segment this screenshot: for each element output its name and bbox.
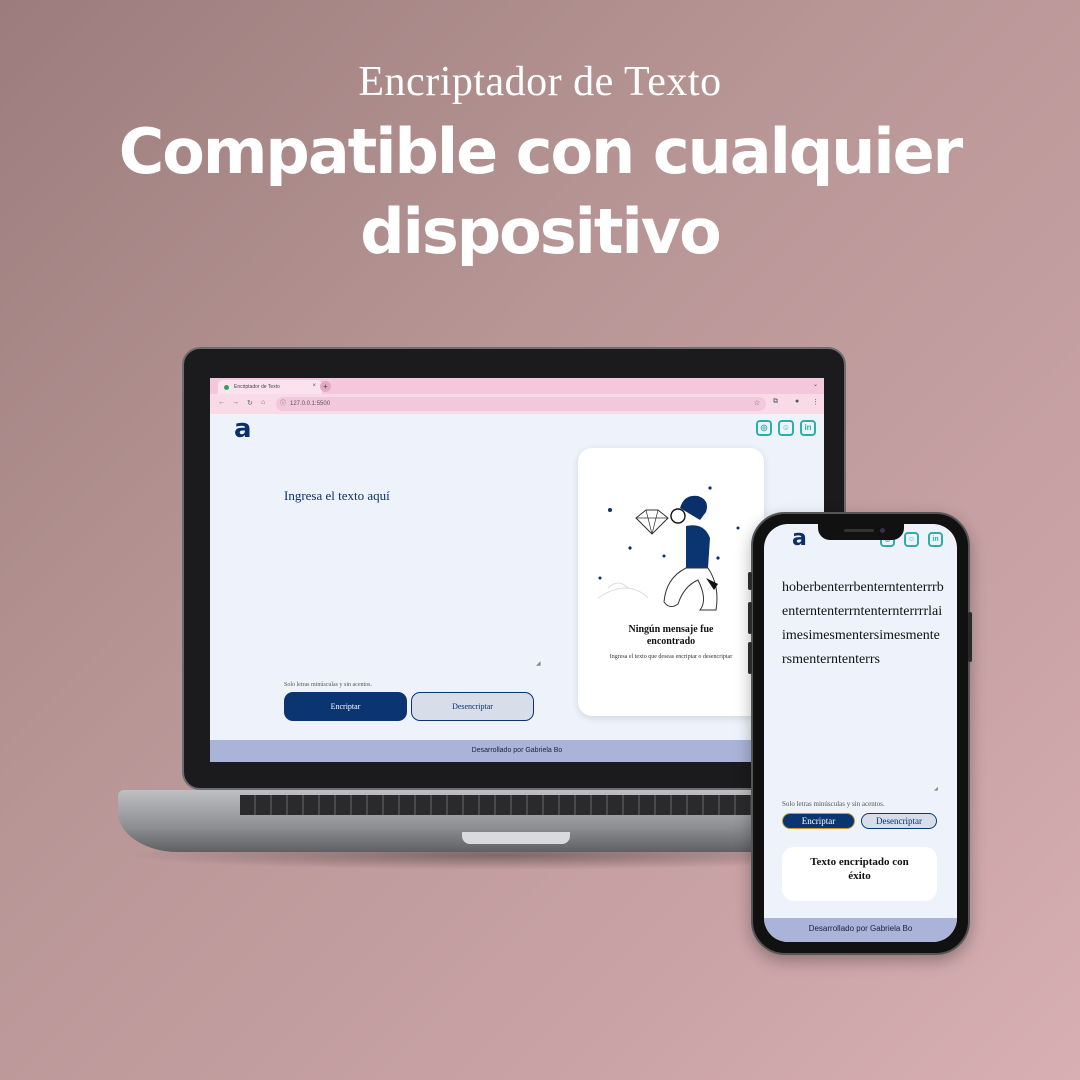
decrypt-button[interactable]: Desencriptar bbox=[861, 813, 937, 829]
menu-kebab-icon[interactable]: ⋮ bbox=[812, 398, 819, 406]
input-hint: Solo letras minúsculas y sin acentos. bbox=[782, 800, 885, 808]
browser-toolbar: ← → ↻ ⌂ ⓘ 127.0.0.1:5500 ☆ ⧉ ● ⋮ bbox=[210, 394, 824, 414]
phone-camera bbox=[880, 528, 885, 533]
app-logo: a bbox=[234, 414, 252, 444]
instagram-icon[interactable]: ◎ bbox=[756, 420, 772, 436]
new-tab-button[interactable]: + bbox=[320, 381, 331, 392]
home-icon[interactable]: ⌂ bbox=[261, 399, 265, 406]
laptop-notch bbox=[462, 832, 570, 844]
address-bar[interactable]: ⓘ 127.0.0.1:5500 ☆ bbox=[276, 397, 766, 411]
phone-volume-down bbox=[748, 642, 752, 674]
encrypt-button[interactable]: Encriptar bbox=[284, 692, 407, 721]
empty-state-illustration bbox=[597, 486, 740, 611]
phone-speaker bbox=[844, 529, 874, 532]
tab-title: Encriptador de Texto bbox=[234, 384, 280, 390]
url-text: 127.0.0.1:5500 bbox=[290, 401, 331, 407]
close-tab-icon[interactable]: × bbox=[312, 383, 316, 389]
bookmark-star-icon[interactable]: ☆ bbox=[754, 397, 760, 411]
extensions-icon[interactable]: ⧉ bbox=[773, 398, 778, 406]
output-card: Ningún mensaje fue encontrado Ingresa el… bbox=[578, 448, 764, 716]
page-title: Compatible con cualquier dispositivo bbox=[118, 115, 964, 268]
phone-volume-up bbox=[748, 602, 752, 634]
output-card: Texto encriptado con éxito bbox=[782, 847, 937, 901]
footer: Desarrollado por Gabriela Bo bbox=[210, 740, 824, 762]
text-input-placeholder[interactable]: Ingresa el texto aquí bbox=[284, 488, 390, 504]
card-subtitle: Ingresa el texto que deseas encriptar o … bbox=[609, 654, 733, 660]
back-icon[interactable]: ← bbox=[218, 399, 225, 406]
profile-avatar-icon[interactable]: ● bbox=[795, 398, 799, 405]
phone-notch bbox=[818, 524, 904, 540]
page-subtitle: Encriptador de Texto bbox=[358, 59, 722, 105]
text-input[interactable]: hoberbenterrbenterntenterrrbenterntenter… bbox=[782, 576, 944, 672]
phone-mute-switch bbox=[748, 572, 752, 590]
phone-screen: a ◎ ☺ in hoberbenterrbenterntenterrrbent… bbox=[764, 524, 957, 942]
input-hint: Solo letras minúsculas y sin acentos. bbox=[284, 682, 372, 688]
textarea-resize-icon[interactable]: ◢ bbox=[536, 660, 541, 667]
phone-power-button bbox=[968, 612, 972, 662]
linkedin-icon[interactable]: in bbox=[928, 532, 943, 547]
card-title: Texto encriptado con éxito bbox=[810, 856, 909, 882]
browser-tab-strip: Encriptador de Texto × + ⌄ bbox=[210, 378, 824, 394]
forward-icon[interactable]: → bbox=[232, 399, 239, 406]
browser-tab[interactable]: Encriptador de Texto × bbox=[218, 380, 322, 394]
reload-icon[interactable]: ↻ bbox=[247, 399, 253, 407]
laptop-screen: Encriptador de Texto × + ⌄ ← → ↻ ⌂ ⓘ 127… bbox=[210, 378, 824, 762]
linkedin-icon[interactable]: in bbox=[800, 420, 816, 436]
card-title: Ningún mensaje fue encontrado bbox=[628, 624, 714, 647]
decrypt-button[interactable]: Desencriptar bbox=[411, 692, 534, 721]
github-icon[interactable]: ☺ bbox=[904, 532, 919, 547]
laptop-keyboard bbox=[240, 795, 800, 815]
github-icon[interactable]: ☺ bbox=[778, 420, 794, 436]
encrypt-button[interactable]: Encriptar bbox=[782, 813, 855, 829]
textarea-resize-icon[interactable]: ◢ bbox=[934, 786, 938, 792]
footer: Desarrollado por Gabriela Bo bbox=[764, 918, 957, 942]
favicon-icon bbox=[224, 384, 229, 390]
site-info-icon[interactable]: ⓘ bbox=[280, 397, 286, 411]
chevron-down-icon[interactable]: ⌄ bbox=[813, 381, 818, 388]
app-logo: a bbox=[792, 526, 807, 551]
